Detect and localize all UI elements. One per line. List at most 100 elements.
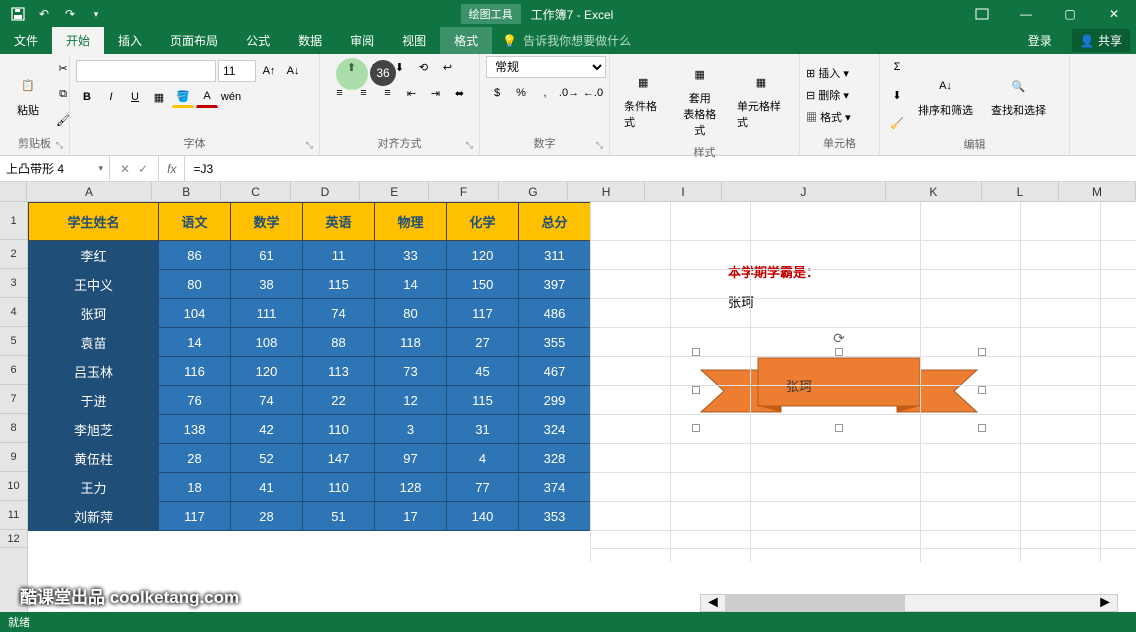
font-size-input[interactable] [218,60,256,82]
data-cell[interactable]: 140 [447,502,519,531]
share-button[interactable]: 👤 共享 [1072,29,1130,52]
data-cell[interactable]: 28 [231,502,303,531]
data-cell[interactable]: 4 [447,444,519,473]
data-cell[interactable]: 111 [231,299,303,328]
data-cell[interactable]: 299 [519,386,591,415]
data-cell[interactable]: 45 [447,357,519,386]
data-cell[interactable]: 397 [519,270,591,299]
data-cell[interactable]: 97 [375,444,447,473]
col-header[interactable]: D [291,182,360,201]
data-cell[interactable]: 18 [159,473,231,502]
col-header[interactable]: I [645,182,722,201]
clear-icon[interactable]: 🧹 [886,112,908,134]
data-cell[interactable]: 73 [375,357,447,386]
data-cell[interactable]: 吕玉林 [29,357,159,386]
tab-insert[interactable]: 插入 [104,27,156,54]
data-cell[interactable]: 117 [159,502,231,531]
row-header[interactable]: 8 [0,414,27,443]
tab-home[interactable]: 开始 [52,27,104,54]
data-cell[interactable]: 张珂 [29,299,159,328]
data-cell[interactable]: 17 [375,502,447,531]
resize-handle[interactable] [978,386,986,394]
row-header[interactable]: 3 [0,269,27,298]
data-cell[interactable]: 14 [375,270,447,299]
data-cell[interactable]: 41 [231,473,303,502]
row-header[interactable]: 6 [0,356,27,385]
ribbon-shape[interactable]: ⟳ 张珂 [696,352,982,428]
data-cell[interactable]: 11 [303,241,375,270]
sort-filter-button[interactable]: A↓排序和筛选 [910,68,981,122]
row-header[interactable]: 12 [0,530,27,548]
tab-review[interactable]: 审阅 [336,27,388,54]
tab-view[interactable]: 视图 [388,27,440,54]
close-icon[interactable]: ✕ [1092,0,1136,28]
data-cell[interactable]: 138 [159,415,231,444]
data-cell[interactable]: 150 [447,270,519,299]
data-cell[interactable]: 李旭芝 [29,415,159,444]
resize-handle[interactable] [835,424,843,432]
data-cell[interactable]: 袁苗 [29,328,159,357]
worksheet-grid[interactable]: ABCDEFGHIJKLM 123456789101112 学生姓名语文数学英语… [0,182,1136,612]
col-header[interactable]: J [722,182,886,201]
data-cell[interactable]: 74 [231,386,303,415]
data-cell[interactable]: 328 [519,444,591,473]
data-cell[interactable]: 353 [519,502,591,531]
maximize-icon[interactable]: ▢ [1048,0,1092,28]
data-cell[interactable]: 118 [375,328,447,357]
data-cell[interactable]: 115 [447,386,519,415]
italic-icon[interactable]: I [100,86,122,108]
save-icon[interactable] [10,6,26,22]
fill-icon[interactable]: ⬇ [886,84,908,106]
autosum-icon[interactable]: Σ [886,56,908,78]
data-cell[interactable]: 22 [303,386,375,415]
formula-input[interactable]: =J3 [185,162,1136,176]
data-cell[interactable]: 147 [303,444,375,473]
phonetic-icon[interactable]: wén [220,86,242,108]
data-cell[interactable]: 355 [519,328,591,357]
login-link[interactable]: 登录 [1014,27,1066,54]
font-color-icon[interactable]: A [196,86,218,108]
data-cell[interactable]: 113 [303,357,375,386]
row-header[interactable]: 7 [0,385,27,414]
tab-formulas[interactable]: 公式 [232,27,284,54]
row-header[interactable]: 2 [0,240,27,269]
row-header[interactable]: 9 [0,443,27,472]
data-cell[interactable]: 28 [159,444,231,473]
dec-decimal-icon[interactable]: ←.0 [582,82,604,104]
format-cells-button[interactable]: ▦ 格式 ▾ [806,109,851,125]
resize-handle[interactable] [835,348,843,356]
tab-data[interactable]: 数据 [284,27,336,54]
tab-format[interactable]: 格式 [440,27,492,54]
data-cell[interactable]: 61 [231,241,303,270]
accept-formula-icon[interactable]: ✓ [138,162,148,176]
inc-decimal-icon[interactable]: .0→ [558,82,580,104]
data-cell[interactable]: 黄伍柱 [29,444,159,473]
data-cell[interactable]: 80 [159,270,231,299]
ribbon-options-icon[interactable] [960,0,1004,28]
underline-icon[interactable]: U [124,86,146,108]
data-cell[interactable]: 374 [519,473,591,502]
decrease-font-icon[interactable]: A↓ [282,60,304,82]
data-cell[interactable]: 51 [303,502,375,531]
data-cell[interactable]: 120 [231,357,303,386]
conditional-format-button[interactable]: ▦条件格式 [616,64,670,134]
data-cell[interactable]: 115 [303,270,375,299]
increase-font-icon[interactable]: A↑ [258,60,280,82]
data-cell[interactable]: 324 [519,415,591,444]
data-cell[interactable]: 王中义 [29,270,159,299]
minimize-icon[interactable]: ― [1004,0,1048,28]
table-format-button[interactable]: ▦套用 表格格式 [672,56,726,142]
data-cell[interactable]: 刘新萍 [29,502,159,531]
col-header[interactable]: E [360,182,429,201]
undo-icon[interactable]: ↶ [36,6,52,22]
row-header[interactable]: 11 [0,501,27,530]
horizontal-scrollbar[interactable]: ◄► [700,594,1118,612]
col-header[interactable]: L [982,182,1059,201]
indent-inc-icon[interactable]: ⇥ [425,82,447,104]
col-header[interactable]: K [886,182,982,201]
col-header[interactable]: H [568,182,645,201]
paste-button[interactable]: 📋 粘贴 [6,68,50,122]
indent-dec-icon[interactable]: ⇤ [401,82,423,104]
data-cell[interactable]: 12 [375,386,447,415]
resize-handle[interactable] [692,348,700,356]
